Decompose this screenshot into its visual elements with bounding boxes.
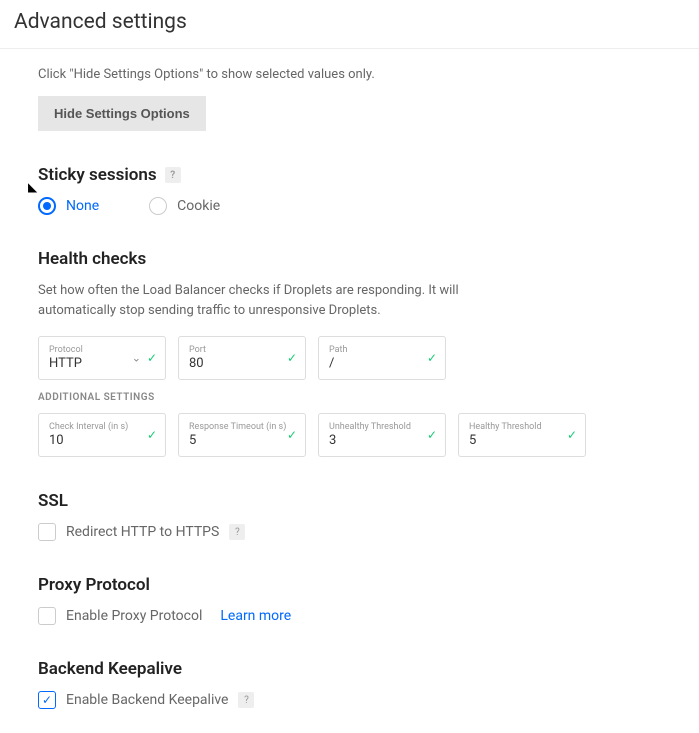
field-value: 5 bbox=[189, 433, 295, 448]
check-interval-input[interactable]: Check Interval (in s) 10 ✓ bbox=[38, 413, 166, 457]
radio-label-none: None bbox=[66, 198, 99, 214]
proxy-title: Proxy Protocol bbox=[38, 575, 661, 595]
field-label: Healthy Threshold bbox=[469, 422, 575, 432]
keepalive-title: Backend Keepalive bbox=[38, 659, 661, 679]
health-checks-title: Health checks bbox=[38, 249, 661, 269]
check-icon: ✓ bbox=[427, 351, 437, 365]
sticky-radio-cookie[interactable]: Cookie bbox=[149, 197, 220, 215]
field-value: 5 bbox=[469, 433, 575, 448]
hide-settings-button[interactable]: Hide Settings Options bbox=[38, 96, 206, 131]
field-label: Port bbox=[189, 345, 295, 355]
sticky-sessions-title: Sticky sessions ? bbox=[38, 165, 661, 185]
protocol-select[interactable]: Protocol HTTP ⌄ ✓ bbox=[38, 336, 166, 380]
check-icon: ✓ bbox=[427, 428, 437, 442]
health-checks-description: Set how often the Load Balancer checks i… bbox=[38, 281, 518, 320]
help-icon[interactable]: ? bbox=[229, 524, 245, 540]
check-icon: ✓ bbox=[567, 428, 577, 442]
radio-label-cookie: Cookie bbox=[177, 198, 220, 214]
keepalive-checkbox-row: ✓ Enable Backend Keepalive ? bbox=[38, 691, 661, 709]
field-label: Unhealthy Threshold bbox=[329, 422, 435, 432]
proxy-checkbox-row: Enable Proxy Protocol Learn more bbox=[38, 607, 661, 625]
ssl-checkbox-label: Redirect HTTP to HTTPS bbox=[66, 524, 219, 540]
sticky-radio-group: None Cookie bbox=[38, 197, 661, 215]
ssl-redirect-checkbox[interactable] bbox=[38, 523, 56, 541]
check-icon: ✓ bbox=[147, 428, 157, 442]
health-checks-section: Health checks Set how often the Load Bal… bbox=[38, 249, 661, 457]
check-icon: ✓ bbox=[287, 351, 297, 365]
field-value: 80 bbox=[189, 356, 295, 371]
field-label: Check Interval (in s) bbox=[49, 422, 155, 432]
keepalive-enable-checkbox[interactable]: ✓ bbox=[38, 691, 56, 709]
proxy-enable-checkbox[interactable] bbox=[38, 607, 56, 625]
radio-icon bbox=[38, 197, 56, 215]
help-icon[interactable]: ? bbox=[238, 692, 254, 708]
keepalive-checkbox-label: Enable Backend Keepalive bbox=[66, 692, 228, 708]
keepalive-section: Backend Keepalive ✓ Enable Backend Keepa… bbox=[38, 659, 661, 709]
field-value: 10 bbox=[49, 433, 155, 448]
unhealthy-threshold-input[interactable]: Unhealthy Threshold 3 ✓ bbox=[318, 413, 446, 457]
additional-settings-header: ADDITIONAL SETTINGS bbox=[38, 392, 661, 403]
health-additional-fields: Check Interval (in s) 10 ✓ Response Time… bbox=[38, 413, 661, 457]
ssl-title: SSL bbox=[38, 491, 661, 511]
field-value: 3 bbox=[329, 433, 435, 448]
settings-content: Click "Hide Settings Options" to show se… bbox=[0, 49, 699, 733]
hint-text: Click "Hide Settings Options" to show se… bbox=[38, 67, 661, 82]
field-label: Response Timeout (in s) bbox=[189, 422, 295, 432]
port-input[interactable]: Port 80 ✓ bbox=[178, 336, 306, 380]
ssl-section: SSL Redirect HTTP to HTTPS ? bbox=[38, 491, 661, 541]
check-icon: ✓ bbox=[287, 428, 297, 442]
page-title: Advanced settings bbox=[0, 0, 699, 49]
check-icon: ✓ bbox=[147, 351, 157, 365]
ssl-checkbox-row: Redirect HTTP to HTTPS ? bbox=[38, 523, 661, 541]
field-value: / bbox=[329, 356, 435, 371]
sticky-radio-none[interactable]: None bbox=[38, 197, 99, 215]
healthy-threshold-input[interactable]: Healthy Threshold 5 ✓ bbox=[458, 413, 586, 457]
health-main-fields: Protocol HTTP ⌄ ✓ Port 80 ✓ Path / ✓ bbox=[38, 336, 661, 380]
proxy-section: Proxy Protocol Enable Proxy Protocol Lea… bbox=[38, 575, 661, 625]
check-icon: ✓ bbox=[42, 693, 52, 707]
learn-more-link[interactable]: Learn more bbox=[220, 608, 291, 624]
proxy-checkbox-label: Enable Proxy Protocol bbox=[66, 608, 202, 624]
sticky-sessions-section: Sticky sessions ? None Cookie bbox=[38, 165, 661, 215]
radio-icon bbox=[149, 197, 167, 215]
sticky-sessions-title-text: Sticky sessions bbox=[38, 165, 157, 185]
path-input[interactable]: Path / ✓ bbox=[318, 336, 446, 380]
help-icon[interactable]: ? bbox=[165, 167, 181, 183]
chevron-down-icon: ⌄ bbox=[132, 352, 141, 365]
field-label: Path bbox=[329, 345, 435, 355]
response-timeout-input[interactable]: Response Timeout (in s) 5 ✓ bbox=[178, 413, 306, 457]
